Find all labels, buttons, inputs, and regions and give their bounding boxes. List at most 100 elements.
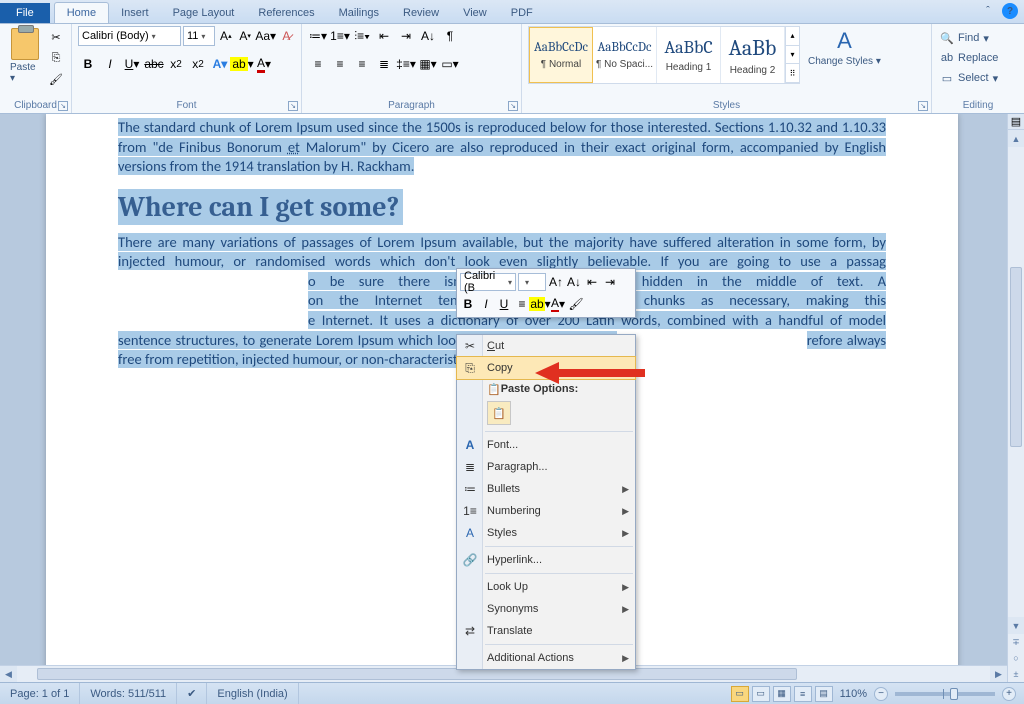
status-language[interactable]: English (India) [207,683,298,704]
borders-button[interactable]: ▭▾ [440,54,460,74]
underline-button[interactable]: U▾ [122,54,142,74]
line-spacing-button[interactable]: ‡≡▾ [396,54,416,74]
font-family-combo[interactable]: Calibri (Body)▾ [78,26,181,46]
view-web-layout[interactable]: ▦ [773,686,791,702]
increase-indent-button[interactable]: ⇥ [396,26,416,46]
mini-size-combo[interactable]: ▾ [518,273,546,291]
paste-button[interactable]: Paste ▾ [6,26,43,86]
italic-button[interactable]: I [100,54,120,74]
mini-grow-font[interactable]: A↑ [548,272,564,292]
multilevel-list-button[interactable]: ⫶≡▾ [352,26,372,46]
zoom-slider[interactable] [895,692,995,696]
gallery-down[interactable]: ▾ [786,46,799,65]
mini-inc-indent[interactable]: ⇥ [602,272,618,292]
mini-center[interactable]: ≡ [514,294,530,314]
font-size-combo[interactable]: 11▾ [183,26,215,46]
format-painter-button[interactable]: 🖌 [47,70,65,88]
align-left-button[interactable]: ≡ [308,54,328,74]
ctx-numbering[interactable]: 1≡Numbering▶ [457,500,635,522]
superscript-button[interactable]: x2 [188,54,208,74]
show-marks-button[interactable]: ¶ [440,26,460,46]
ctx-lookup[interactable]: Look Up▶ [457,576,635,598]
tab-mailings[interactable]: Mailings [327,3,391,23]
status-proof[interactable]: ✔ [177,683,207,704]
copy-button[interactable]: ⎘ [47,49,65,67]
view-full-screen[interactable]: ▭ [752,686,770,702]
clipboard-launcher[interactable]: ↘ [58,101,68,111]
scroll-up[interactable]: ▲ [1008,130,1024,147]
change-case-button[interactable]: Aa▾ [256,26,276,46]
zoom-in[interactable]: + [1002,687,1016,701]
mini-bold[interactable]: B [460,294,476,314]
ctx-cut[interactable]: ✂Cut [457,335,635,357]
ruler-toggle[interactable]: ▤ [1008,114,1024,130]
vertical-scrollbar[interactable]: ▤ ▲ ▼ ∓ ○ ± [1007,114,1024,682]
help-icon[interactable]: ? [1002,3,1018,19]
mini-font-color[interactable]: A▾ [550,294,566,314]
decrease-indent-button[interactable]: ⇤ [374,26,394,46]
body-paragraph-1[interactable]: The standard chunk of Lorem Ipsum used s… [118,118,886,177]
text-effects-button[interactable]: A▾ [210,54,230,74]
view-draft[interactable]: ▤ [815,686,833,702]
tab-review[interactable]: Review [391,3,451,23]
font-color-button[interactable]: A▾ [254,54,274,74]
subscript-button[interactable]: x2 [166,54,186,74]
status-words[interactable]: Words: 511/511 [80,683,177,704]
replace-button[interactable]: abReplace [938,50,1000,66]
style-heading1[interactable]: AaBbC Heading 1 [657,27,721,83]
style-no-spacing[interactable]: AaBbCcDc ¶ No Spaci... [593,27,657,83]
tab-file[interactable]: File [0,3,50,23]
prev-page-button[interactable]: ∓ [1008,634,1024,650]
tab-view[interactable]: View [451,3,499,23]
view-outline[interactable]: ≡ [794,686,812,702]
paste-keep-source[interactable]: 📋 [487,401,511,425]
ctx-synonyms[interactable]: Synonyms▶ [457,598,635,620]
bullets-button[interactable]: ≔▾ [308,26,328,46]
view-print-layout[interactable]: ▭ [731,686,749,702]
mini-font-combo[interactable]: Calibri (B▾ [460,273,516,291]
clear-formatting-button[interactable]: A̷ [278,26,295,46]
justify-button[interactable]: ≣ [374,54,394,74]
select-button[interactable]: ▭Select ▾ [938,70,1000,86]
ctx-styles[interactable]: AStyles▶ [457,522,635,544]
tab-pdf[interactable]: PDF [499,3,545,23]
style-normal[interactable]: AaBbCcDc ¶ Normal [529,27,593,83]
bold-button[interactable]: B [78,54,98,74]
scroll-thumb-h[interactable] [37,668,797,680]
mini-highlight[interactable]: ab▾ [532,294,548,314]
zoom-out[interactable]: − [874,687,888,701]
scroll-thumb-v[interactable] [1010,267,1022,447]
style-heading2[interactable]: AaBb Heading 2 [721,27,785,83]
ctx-hyperlink[interactable]: 🔗Hyperlink... [457,549,635,571]
styles-launcher[interactable]: ↘ [918,101,928,111]
paragraph-launcher[interactable]: ↘ [508,101,518,111]
gallery-more[interactable]: ⠿ [786,64,799,83]
zoom-level[interactable]: 110% [840,688,867,700]
highlight-button[interactable]: ab▾ [232,54,252,74]
ctx-bullets[interactable]: ≔Bullets▶ [457,478,635,500]
mini-dec-indent[interactable]: ⇤ [584,272,600,292]
numbering-button[interactable]: 1≡▾ [330,26,350,46]
browse-object-button[interactable]: ○ [1008,650,1024,666]
minimize-ribbon-icon[interactable]: ˆ [980,3,996,19]
ctx-additional[interactable]: Additional Actions▶ [457,647,635,669]
strikethrough-button[interactable]: abc [144,54,164,74]
scroll-right[interactable]: ▶ [990,666,1007,682]
status-page[interactable]: Page: 1 of 1 [0,683,80,704]
ctx-paragraph[interactable]: ≣Paragraph... [457,456,635,478]
shrink-font-button[interactable]: A▾ [236,26,253,46]
scroll-down[interactable]: ▼ [1008,617,1024,634]
tab-references[interactable]: References [246,3,326,23]
grow-font-button[interactable]: A▴ [217,26,234,46]
mini-underline[interactable]: U [496,294,512,314]
sort-button[interactable]: A↓ [418,26,438,46]
change-styles-button[interactable]: A Change Styles ▾ [804,26,885,69]
find-button[interactable]: 🔍Find ▾ [938,30,991,46]
mini-italic[interactable]: I [478,294,494,314]
heading-where[interactable]: Where can I get some? [118,191,886,223]
ctx-copy[interactable]: ⎘Copy [457,357,635,379]
ctx-translate[interactable]: ⇄Translate [457,620,635,642]
cut-button[interactable]: ✂ [47,28,65,46]
align-center-button[interactable]: ≡ [330,54,350,74]
next-page-button[interactable]: ± [1008,666,1024,682]
